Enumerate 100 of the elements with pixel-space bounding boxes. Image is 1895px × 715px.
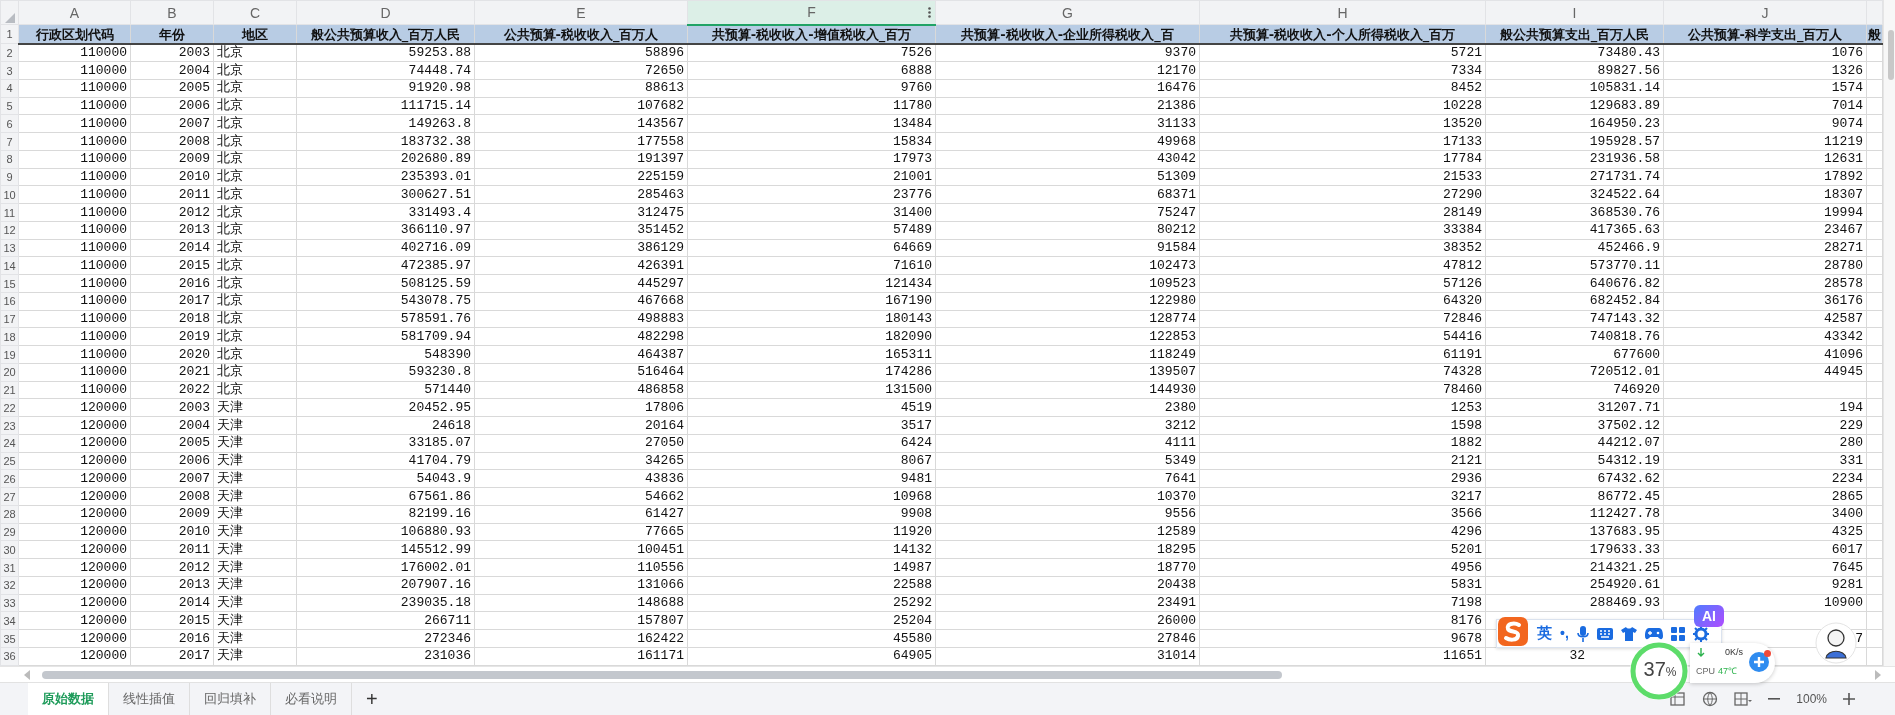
table-cell: 2011 xyxy=(130,185,214,204)
table-cell: 天津 xyxy=(213,594,297,612)
table-cell: 164950.23 xyxy=(1485,114,1664,133)
table-cell: 2015 xyxy=(130,256,214,275)
table-cell: 157807 xyxy=(474,611,688,630)
table-cell: 2006 xyxy=(130,452,214,470)
table-cell: 2936 xyxy=(1199,469,1486,488)
table-cell: 北京 xyxy=(213,381,297,399)
sheet-tab[interactable]: 线性插值 xyxy=(109,683,190,715)
globe-icon[interactable] xyxy=(1702,691,1719,707)
table-cell: 176002.01 xyxy=(296,558,475,577)
table-cell: 417365.63 xyxy=(1485,221,1664,240)
table-cell: 12589 xyxy=(935,523,1200,541)
table-cell: 34265 xyxy=(474,452,688,470)
table-cell: 27290 xyxy=(1199,185,1486,204)
table-cell: 49968 xyxy=(935,132,1200,151)
table-cell: 23491 xyxy=(935,594,1200,612)
microphone-icon[interactable] xyxy=(1576,625,1589,642)
column-header[interactable]: A xyxy=(18,0,131,25)
table-cell: 78460 xyxy=(1199,381,1486,399)
language-toggle[interactable]: 英 xyxy=(1537,622,1552,645)
table-cell: 271731.74 xyxy=(1485,168,1664,186)
table-cell: 8452 xyxy=(1199,79,1486,98)
table-cell: 67561.86 xyxy=(296,487,475,506)
table-cell: 482298 xyxy=(474,327,688,346)
table-cell: 20438 xyxy=(935,576,1200,595)
table-cell: 2005 xyxy=(130,79,214,98)
table-cell: 2020 xyxy=(130,345,214,364)
table-cell: 1574 xyxy=(1663,79,1867,98)
table-cell: 548390 xyxy=(296,345,475,364)
table-cell: 331 xyxy=(1663,452,1867,470)
input-method-logo[interactable] xyxy=(1497,616,1529,647)
table-cell: 67432.62 xyxy=(1485,469,1664,488)
table-cell: 23776 xyxy=(687,185,936,204)
table-cell: 120000 xyxy=(18,469,131,488)
gear-icon[interactable] xyxy=(1692,625,1709,642)
table-cell: 北京 xyxy=(213,132,297,151)
table-cell: 464387 xyxy=(474,345,688,364)
ai-button[interactable]: AI xyxy=(1694,605,1724,627)
column-header[interactable]: E xyxy=(474,0,688,25)
table-cell: 9481 xyxy=(687,469,936,488)
vertical-scrollbar[interactable] xyxy=(1883,0,1895,666)
table-cell: 31014 xyxy=(935,647,1200,666)
column-header[interactable]: D xyxy=(296,0,475,25)
table-cell: 2010 xyxy=(130,523,214,541)
more-icon[interactable] xyxy=(928,7,931,18)
table-cell: 2012 xyxy=(130,203,214,222)
zoom-in-icon[interactable] xyxy=(1843,693,1855,705)
table-cell: 351452 xyxy=(474,221,688,240)
shirt-icon[interactable] xyxy=(1620,626,1637,641)
table-cell: 102473 xyxy=(935,256,1200,275)
add-sheet-button[interactable]: + xyxy=(352,683,392,715)
table-cell: 37502.12 xyxy=(1485,416,1664,435)
sheet-view-icon[interactable] xyxy=(1670,692,1687,706)
table-cell: 174286 xyxy=(687,363,936,382)
table-cell: 北京 xyxy=(213,292,297,311)
apps-icon[interactable] xyxy=(1670,626,1685,641)
column-header[interactable]: H xyxy=(1199,0,1486,25)
layout-icon[interactable] xyxy=(1734,692,1753,706)
row-number[interactable]: 1 xyxy=(0,24,19,44)
table-cell: 88613 xyxy=(474,79,688,98)
column-header[interactable]: G xyxy=(935,0,1200,25)
column-header[interactable]: C xyxy=(213,0,297,25)
sheet-tab[interactable]: 回归填补 xyxy=(190,683,271,715)
table-cell: 7014 xyxy=(1663,97,1867,115)
table-cell: 467668 xyxy=(474,292,688,311)
gamepad-icon[interactable] xyxy=(1644,627,1663,640)
assistant-icon[interactable] xyxy=(1815,622,1857,664)
table-cell: 北京 xyxy=(213,150,297,169)
punctuation-toggle[interactable]: •, xyxy=(1560,623,1569,644)
sheet-tab[interactable]: 必看说明 xyxy=(271,683,352,715)
table-cell: 110000 xyxy=(18,327,131,346)
table-cell: 75247 xyxy=(935,203,1200,222)
column-header[interactable]: I xyxy=(1485,0,1664,25)
table-cell: 746920 xyxy=(1485,381,1664,399)
table-cell: 122853 xyxy=(935,327,1200,346)
keyboard-icon[interactable] xyxy=(1596,627,1613,640)
table-cell: 747143.32 xyxy=(1485,310,1664,328)
sheet-tab[interactable]: 原始数据 xyxy=(28,683,109,715)
table-cell: 2018 xyxy=(130,310,214,328)
table-cell: 77665 xyxy=(474,523,688,541)
table-cell: 31133 xyxy=(935,114,1200,133)
table-cell: 20452.95 xyxy=(296,398,475,417)
table-cell: 2017 xyxy=(130,292,214,311)
table-cell: 677600 xyxy=(1485,345,1664,364)
table-cell: 2014 xyxy=(130,239,214,257)
table-cell: 6017 xyxy=(1663,540,1867,559)
table-cell: 71610 xyxy=(687,256,936,275)
table-cell: 110000 xyxy=(18,274,131,293)
column-header[interactable]: B xyxy=(130,0,214,25)
table-cell: 80212 xyxy=(935,221,1200,240)
zoom-out-icon[interactable] xyxy=(1768,697,1781,701)
column-header[interactable]: J xyxy=(1663,0,1867,25)
table-cell: 148688 xyxy=(474,594,688,612)
table-cell: 118249 xyxy=(935,345,1200,364)
table-cell: 北京 xyxy=(213,114,297,133)
column-header[interactable]: F xyxy=(687,0,936,25)
table-cell: 9074 xyxy=(1663,114,1867,133)
table-cell: 498883 xyxy=(474,310,688,328)
table-cell: 2016 xyxy=(130,274,214,293)
